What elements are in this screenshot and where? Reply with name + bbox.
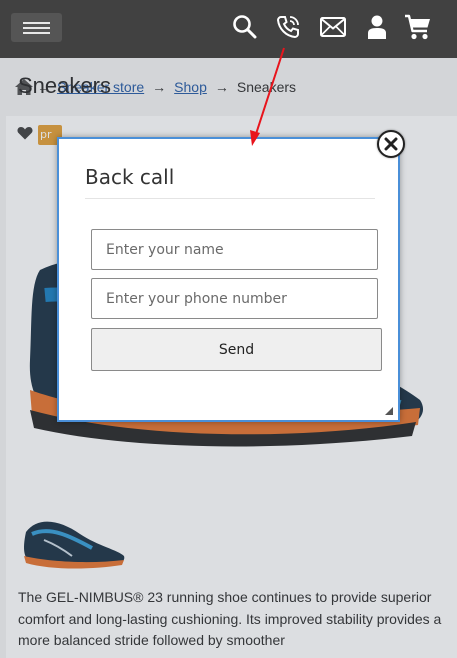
- top-bar: [0, 0, 457, 58]
- hamburger-icon: [23, 22, 50, 24]
- hamburger-line: [23, 27, 50, 29]
- back-call-modal: Back call Send: [57, 137, 400, 422]
- mail-icon[interactable]: [318, 12, 348, 42]
- resize-handle-icon[interactable]: [385, 407, 393, 415]
- menu-button[interactable]: [11, 13, 62, 42]
- modal-divider: [85, 198, 375, 199]
- user-icon[interactable]: [362, 12, 392, 42]
- cart-icon[interactable]: [403, 12, 433, 42]
- modal-title: Back call: [85, 165, 175, 189]
- close-icon[interactable]: [377, 130, 405, 158]
- phone-icon[interactable]: [273, 12, 303, 42]
- send-button[interactable]: Send: [91, 328, 382, 371]
- phone-input[interactable]: [91, 278, 378, 319]
- search-icon[interactable]: [230, 12, 260, 42]
- hamburger-line: [23, 32, 50, 34]
- name-input[interactable]: [91, 229, 378, 270]
